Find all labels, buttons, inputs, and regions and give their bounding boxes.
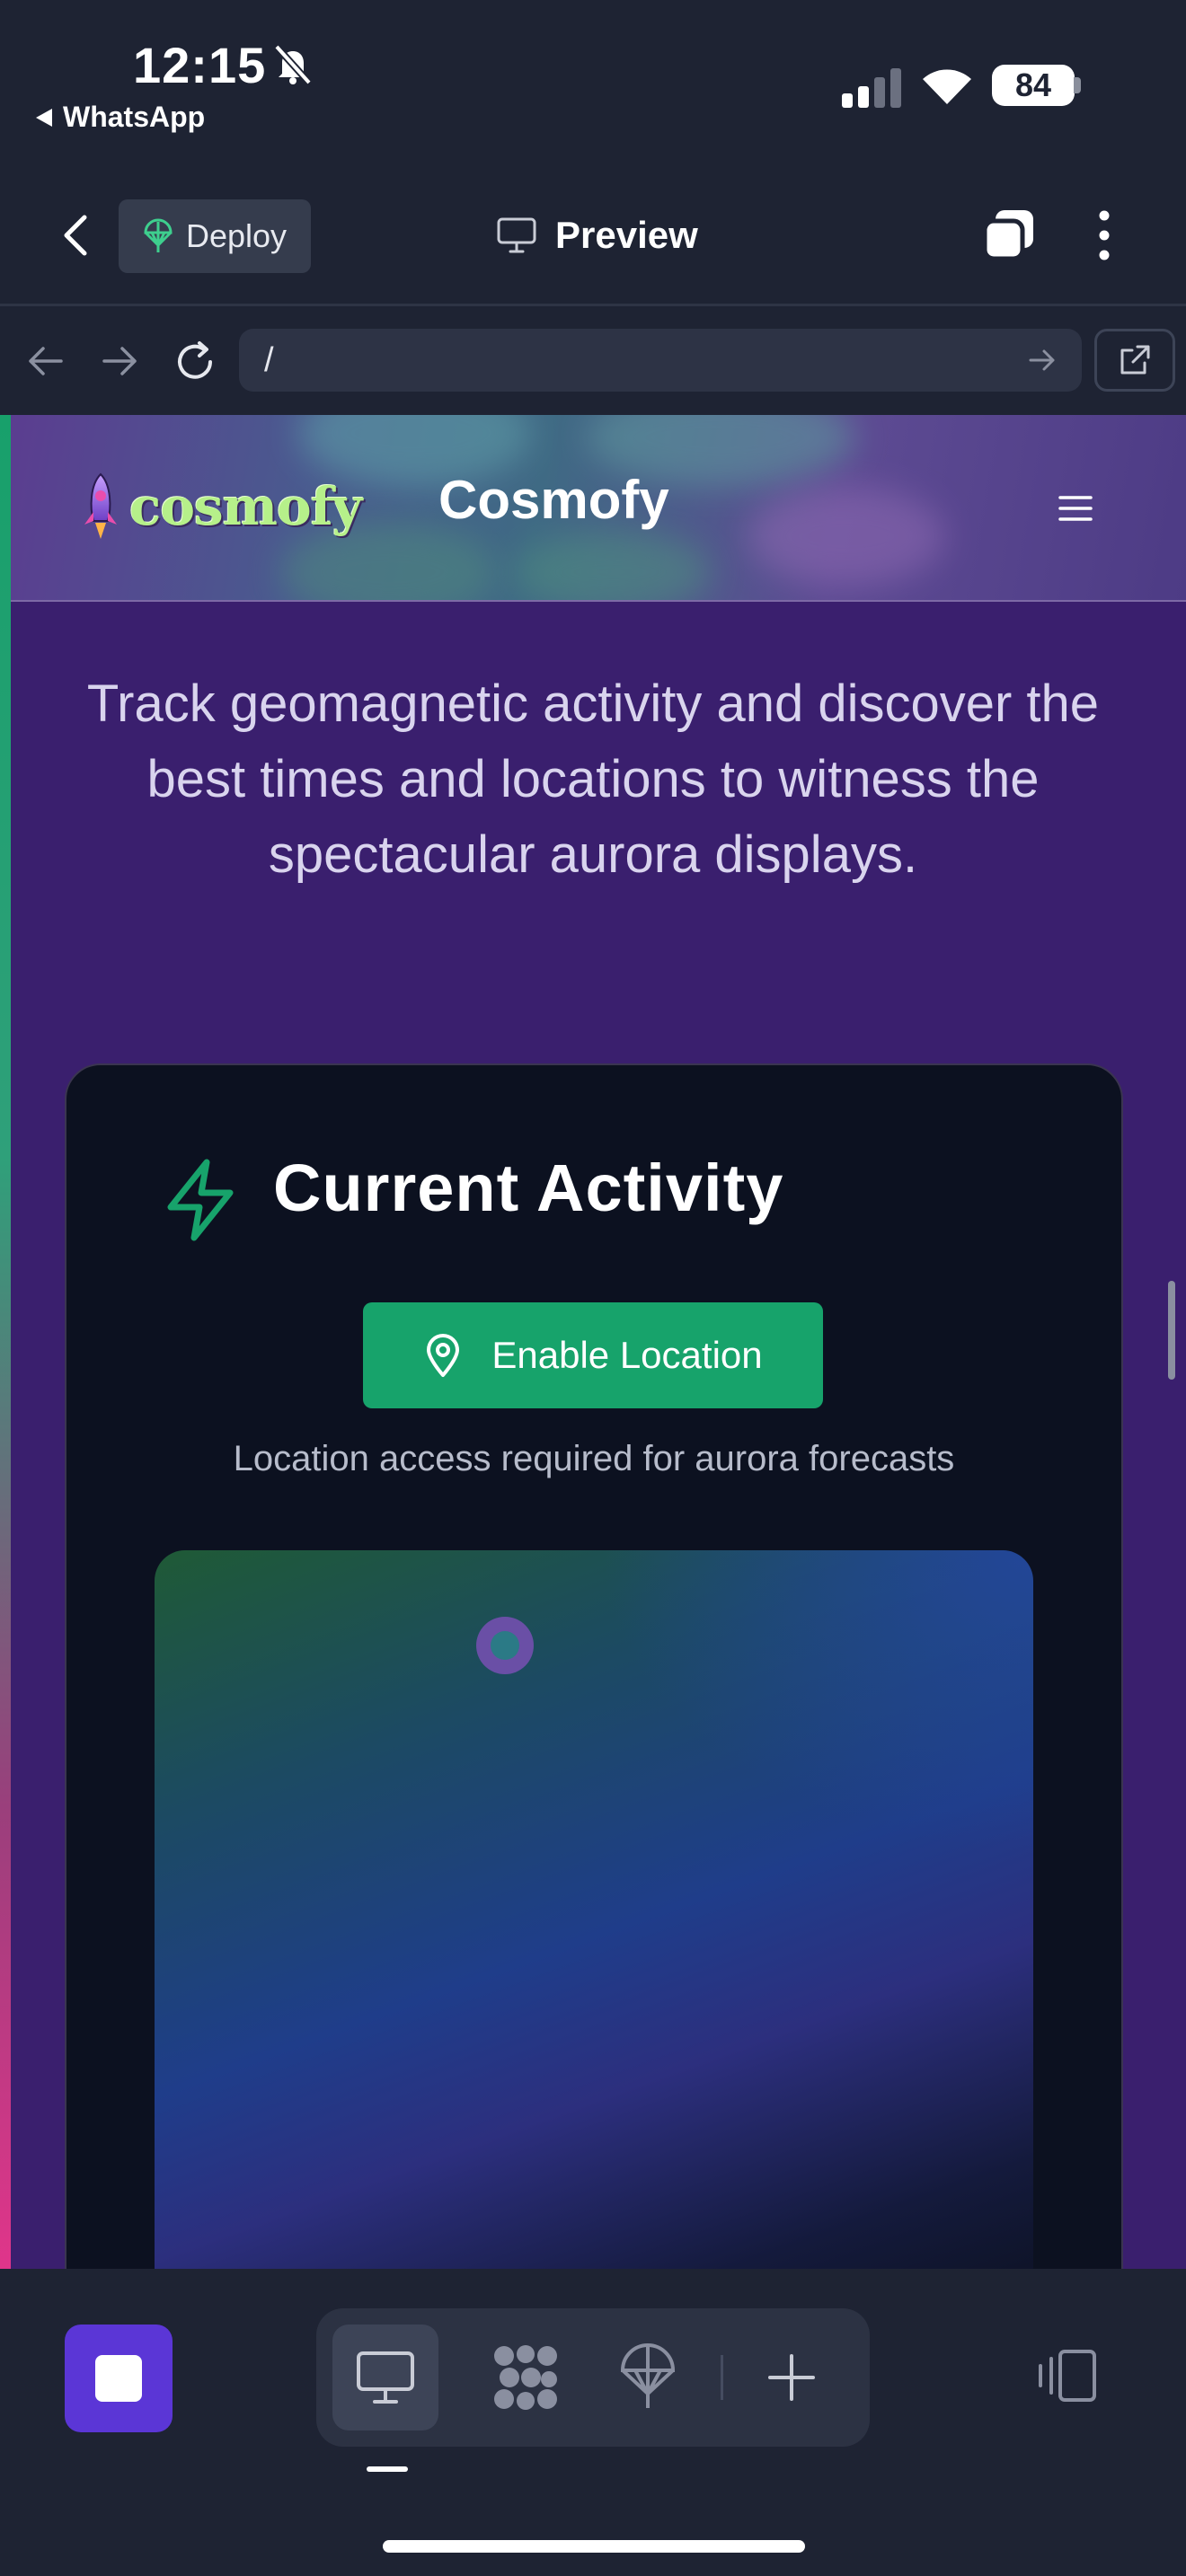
home-indicator	[383, 2540, 805, 2553]
deploy-label: Deploy	[185, 217, 288, 254]
card-title: Current Activity	[273, 1151, 784, 1225]
deploy-view-button[interactable]	[595, 2325, 701, 2430]
site-header: cosmofy Cosmofy	[11, 415, 1186, 602]
browser-forward-icon[interactable]	[101, 343, 140, 379]
bottom-toolbar	[0, 2269, 1186, 2576]
reload-icon[interactable]	[173, 340, 217, 384]
status-time: 12:15	[133, 37, 267, 93]
active-tab-indicator	[367, 2466, 408, 2472]
header-divider	[0, 304, 1186, 306]
map-pin-icon	[427, 1334, 460, 1377]
location-marker-core	[491, 1631, 519, 1660]
deploy-button[interactable]: Deploy	[119, 199, 311, 273]
web-preview[interactable]: cosmofy Cosmofy Track geomagnetic activi…	[0, 415, 1186, 2269]
monitor-icon	[497, 217, 536, 253]
more-options-icon[interactable]	[1091, 208, 1118, 262]
cellular-signal-icon	[842, 68, 901, 108]
current-activity-card: Current Activity Enable Location Locatio…	[65, 1063, 1123, 2269]
location-marker	[476, 1617, 534, 1674]
site-name: Cosmofy	[438, 470, 669, 530]
desktop-view-button[interactable]	[332, 2325, 438, 2430]
plus-icon	[768, 2354, 815, 2401]
view-switcher	[316, 2308, 870, 2447]
site-logo[interactable]: cosmofy	[81, 472, 362, 541]
wifi-icon	[923, 69, 971, 104]
go-arrow-icon[interactable]	[1028, 348, 1057, 373]
hero-tagline: Track geomagnetic activity and discover …	[86, 675, 1100, 884]
lightning-icon	[167, 1159, 234, 1241]
accent-bar	[0, 415, 11, 2269]
bell-muted-icon	[274, 44, 312, 85]
add-button[interactable]	[739, 2325, 845, 2430]
stop-icon	[95, 2355, 142, 2402]
battery-indicator: 84	[992, 65, 1075, 106]
battery-nub	[1074, 77, 1081, 93]
back-chevron-icon[interactable]	[56, 212, 95, 259]
grid-view-button[interactable]	[473, 2325, 579, 2430]
grid-icon	[494, 2345, 557, 2410]
switcher-separator	[721, 2355, 723, 2400]
rocket-icon	[84, 472, 117, 539]
preview-label: Preview	[555, 214, 698, 256]
back-to-app-link[interactable]: WhatsApp	[34, 101, 205, 134]
logo-wordmark: cosmofy	[129, 476, 362, 537]
aurora-map-visual	[155, 1550, 1033, 2269]
preview-title: Preview	[496, 208, 698, 262]
side-panel-icon[interactable]	[1035, 2348, 1098, 2404]
deploy-globe-icon	[620, 2343, 676, 2408]
tabs-icon[interactable]	[981, 208, 1037, 262]
location-note: Location access required for aurora fore…	[233, 1439, 955, 1478]
open-external-button[interactable]	[1094, 329, 1175, 392]
url-path: /	[264, 340, 274, 379]
desktop-icon	[357, 2351, 414, 2404]
enable-location-button[interactable]: Enable Location	[363, 1302, 823, 1408]
deploy-icon	[144, 218, 173, 252]
enable-location-label: Enable Location	[491, 1334, 763, 1376]
scrollbar-thumb[interactable]	[1168, 1281, 1175, 1380]
url-input[interactable]: /	[239, 329, 1082, 392]
back-app-label: WhatsApp	[63, 101, 206, 133]
back-triangle-icon	[36, 108, 52, 127]
external-link-icon	[1120, 345, 1150, 375]
browser-back-icon[interactable]	[25, 343, 65, 379]
stop-button[interactable]	[65, 2325, 173, 2432]
hamburger-menu-icon[interactable]	[1055, 490, 1096, 526]
